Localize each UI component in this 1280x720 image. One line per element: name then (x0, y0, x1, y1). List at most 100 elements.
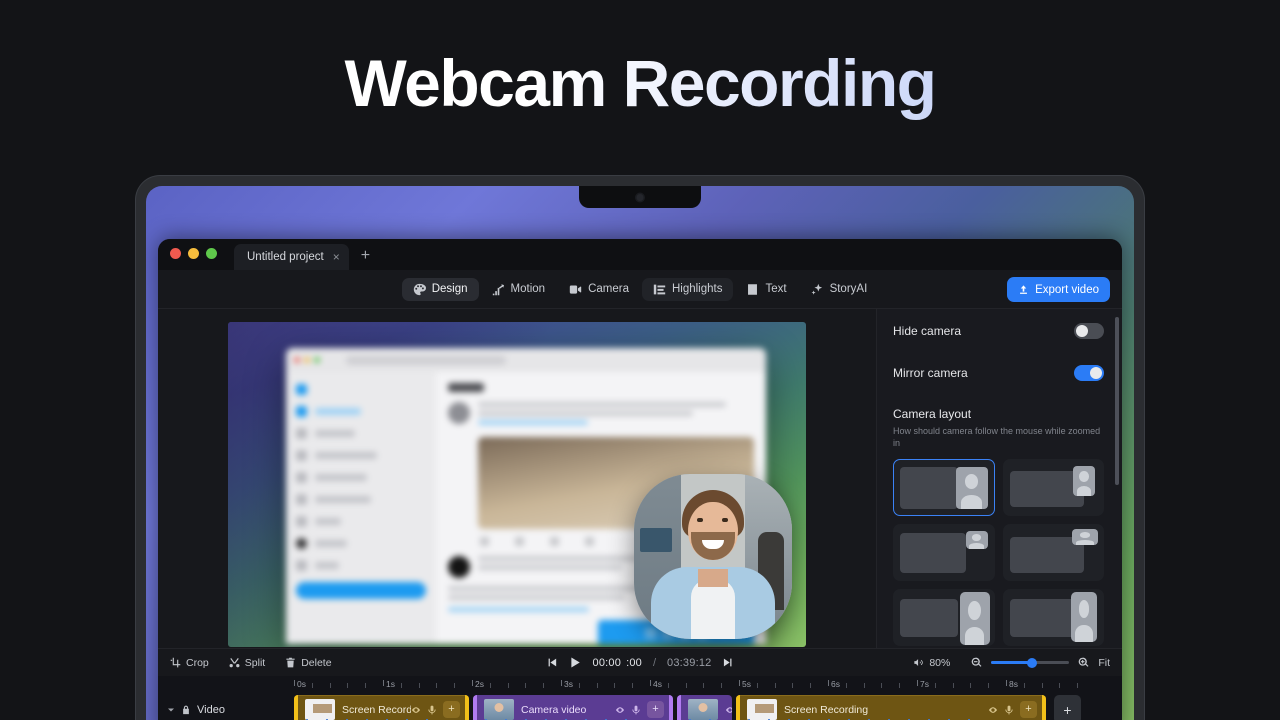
tab-camera[interactable]: Camera (558, 278, 640, 301)
ruler-minor-tick (757, 683, 758, 688)
lock-icon[interactable] (181, 705, 191, 715)
layout-option-tall-side-right[interactable] (893, 589, 995, 646)
tab-highlights-label: Highlights (672, 283, 723, 295)
zoom-slider-handle[interactable] (1027, 658, 1037, 668)
tab-camera-label: Camera (588, 283, 629, 295)
clip-add-button[interactable]: + (647, 701, 664, 718)
clip-trim-handle-right[interactable] (465, 695, 469, 720)
window-tab-bar: Untitled project × + (158, 239, 1122, 270)
ruler-tick (828, 680, 829, 686)
clip-label: Screen Recording (784, 704, 868, 716)
zoom-in-icon[interactable] (1078, 657, 1089, 668)
volume-icon (913, 657, 924, 668)
chevron-down-icon[interactable] (167, 706, 175, 714)
clip-trim-handle-right[interactable] (1042, 695, 1046, 720)
clip-thumbnail (688, 699, 718, 720)
ruler-minor-tick (988, 683, 989, 688)
clip-actions: + (725, 701, 732, 718)
timeline-clip[interactable]: Screen Recording + (294, 695, 469, 720)
tab-highlights[interactable]: Highlights (642, 278, 734, 301)
clip-add-button[interactable]: + (1020, 701, 1037, 718)
layout-option-side-panel-right[interactable] (893, 459, 995, 516)
app-window: Untitled project × + Design Motion (158, 239, 1122, 720)
mirror-camera-toggle[interactable] (1074, 365, 1104, 381)
ruler-minor-tick (1077, 683, 1078, 688)
timeline-clip[interactable]: Screen Recording + (736, 695, 1046, 720)
delete-button[interactable]: Delete (285, 657, 331, 669)
eye-icon[interactable] (411, 705, 421, 715)
total-time: 03:39:12 (667, 657, 711, 669)
ruler-minor-tick (632, 683, 633, 688)
timeline-ruler[interactable]: 0s1s2s3s4s5s6s7s8s (228, 676, 1122, 695)
maximize-window-icon[interactable] (206, 248, 217, 259)
clip-label: Screen Recording (342, 704, 411, 716)
panel-scrollbar[interactable] (1115, 317, 1119, 485)
timeline-clip[interactable]: Camera video+ (473, 695, 673, 720)
ruler-minor-tick (881, 683, 882, 688)
layout-option-overlap-top-right[interactable] (1003, 459, 1105, 516)
clip-actions: + (988, 701, 1042, 718)
tab-motion-label: Motion (511, 283, 546, 295)
microphone-icon[interactable] (1004, 705, 1014, 715)
webcam-bubble[interactable] (634, 474, 792, 639)
eye-icon[interactable] (725, 705, 732, 715)
clip-trim-handle-right[interactable] (669, 695, 673, 720)
zoom-slider[interactable] (991, 661, 1069, 664)
layout-option-small-corner-right[interactable] (893, 524, 995, 581)
current-time: 00:00 (593, 657, 622, 669)
ruler-tick (917, 680, 918, 686)
ruler-minor-tick (330, 683, 331, 688)
minimize-window-icon[interactable] (188, 248, 199, 259)
crop-button[interactable]: Crop (170, 657, 209, 669)
tab-design[interactable]: Design (402, 278, 479, 301)
ruler-label: 7s (920, 679, 929, 689)
clip-actions: + (411, 701, 465, 718)
project-tab[interactable]: Untitled project × (234, 244, 349, 270)
clip-trim-handle-left[interactable] (677, 695, 681, 720)
play-icon[interactable] (569, 656, 582, 669)
skip-end-icon[interactable] (722, 657, 733, 668)
time-separator: / (653, 657, 656, 669)
add-clip-button[interactable]: + (1054, 695, 1081, 720)
ruler-tick (561, 680, 562, 686)
video-preview[interactable] (228, 322, 806, 647)
ruler-minor-tick (1042, 683, 1043, 688)
close-icon[interactable]: × (333, 251, 340, 263)
split-label: Split (245, 657, 265, 669)
tab-storyai[interactable]: StoryAI (800, 278, 879, 301)
layout-option-tall-overlap-right[interactable] (1003, 589, 1105, 646)
ruler-minor-tick (347, 683, 348, 688)
timeline-tracks[interactable]: 0s1s2s3s4s5s6s7s8s Screen Recording+Came… (228, 676, 1122, 720)
zoom-out-icon[interactable] (971, 657, 982, 668)
skip-start-icon[interactable] (547, 657, 558, 668)
microphone-icon[interactable] (631, 705, 641, 715)
clip-trim-handle-left[interactable] (473, 695, 477, 720)
fit-button[interactable]: Fit (1098, 657, 1110, 669)
ruler-minor-tick (721, 683, 722, 688)
export-video-button[interactable]: Export video (1007, 277, 1110, 302)
view-controls: 80% Fit (913, 657, 1110, 669)
eye-icon[interactable] (615, 705, 625, 715)
new-tab-button[interactable]: + (361, 247, 370, 270)
clip-trim-handle-left[interactable] (736, 695, 740, 720)
timeline-clip[interactable]: Camera video+ (677, 695, 732, 720)
playback-controls: 00:00 :00 / 03:39:12 (547, 656, 734, 669)
volume-label: 80% (929, 657, 950, 669)
ruler-minor-tick (436, 683, 437, 688)
microphone-icon[interactable] (427, 705, 437, 715)
hide-camera-toggle[interactable] (1074, 323, 1104, 339)
ruler-minor-tick (935, 683, 936, 688)
tab-motion[interactable]: Motion (481, 278, 557, 301)
split-button[interactable]: Split (229, 657, 265, 669)
clip-trim-handle-left[interactable] (294, 695, 298, 720)
tab-text[interactable]: Text (735, 278, 797, 301)
trash-icon (285, 657, 296, 668)
eye-icon[interactable] (988, 705, 998, 715)
clip-add-button[interactable]: + (443, 701, 460, 718)
highlights-icon (653, 283, 666, 296)
volume-control[interactable]: 80% (913, 657, 950, 669)
close-window-icon[interactable] (170, 248, 181, 259)
tab-design-label: Design (432, 283, 468, 295)
macbook-notch (579, 186, 701, 208)
layout-option-floating-top-right[interactable] (1003, 524, 1105, 581)
